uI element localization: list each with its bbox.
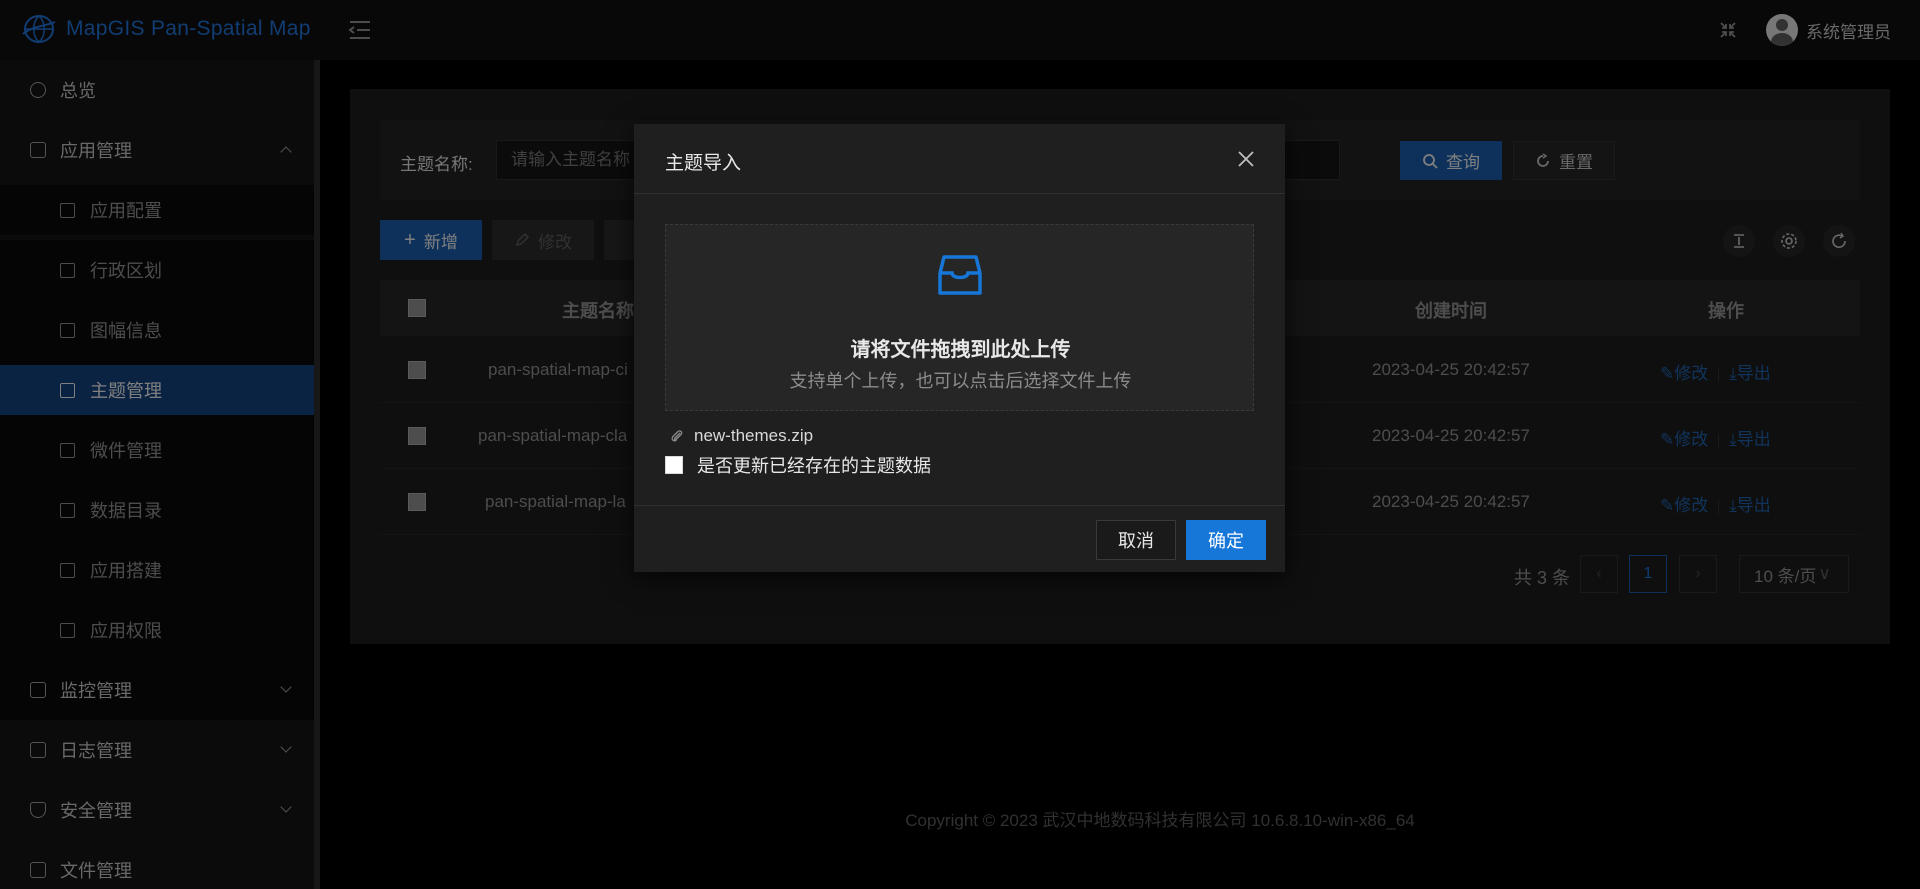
file-name: new-themes.zip bbox=[694, 426, 814, 445]
theme-import-modal: 主题导入 请将文件拖拽到此处上传 支持单个上传，也可以点击后选择文件上传 new… bbox=[634, 124, 1285, 572]
confirm-button[interactable]: 确定 bbox=[1186, 520, 1266, 560]
modal-title: 主题导入 bbox=[665, 153, 742, 174]
cancel-button[interactable]: 取消 bbox=[1096, 520, 1176, 560]
modal-header: 主题导入 bbox=[634, 124, 1285, 194]
paperclip-icon bbox=[671, 430, 683, 442]
uploaded-file[interactable]: new-themes.zip bbox=[670, 426, 813, 446]
checkbox-box[interactable] bbox=[665, 456, 683, 474]
checkbox-label: 是否更新已经存在的主题数据 bbox=[697, 456, 931, 476]
update-existing-checkbox[interactable]: 是否更新已经存在的主题数据 bbox=[665, 452, 931, 478]
inbox-icon bbox=[938, 255, 982, 295]
confirm-button-label: 确定 bbox=[1208, 531, 1244, 551]
modal-footer-divider bbox=[634, 505, 1285, 506]
upload-dropzone[interactable]: 请将文件拖拽到此处上传 支持单个上传，也可以点击后选择文件上传 bbox=[665, 224, 1254, 411]
cancel-button-label: 取消 bbox=[1118, 531, 1154, 551]
upload-hint: 支持单个上传，也可以点击后选择文件上传 bbox=[789, 371, 1132, 391]
upload-title: 请将文件拖拽到此处上传 bbox=[850, 339, 1071, 361]
close-icon[interactable] bbox=[1237, 150, 1255, 168]
